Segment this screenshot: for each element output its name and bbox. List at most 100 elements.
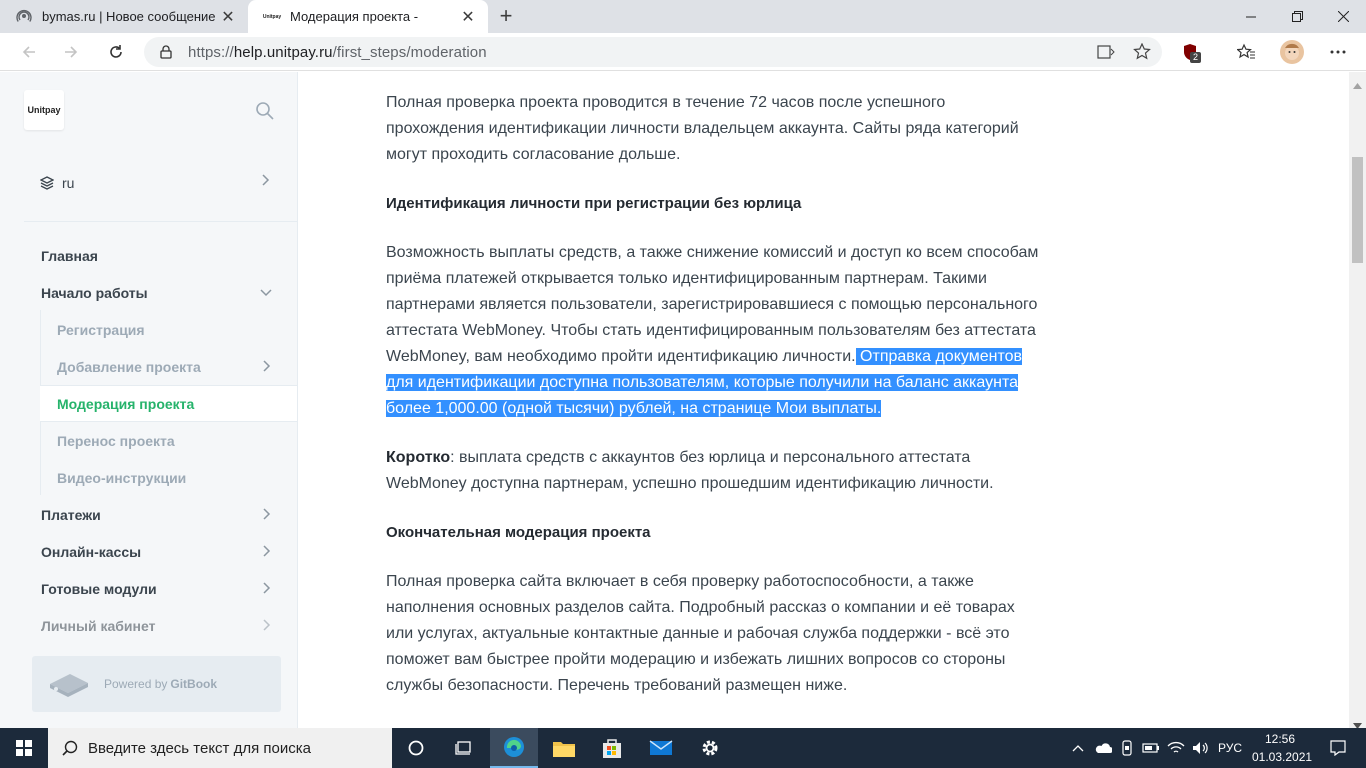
- sidebar-item-label: Перенос проекта: [57, 432, 175, 449]
- url-text[interactable]: https://help.unitpay.ru/first_steps/mode…: [188, 44, 487, 61]
- settings-gear-icon[interactable]: [686, 728, 734, 768]
- sidebar-item-account[interactable]: Личный кабинет: [24, 607, 297, 644]
- paragraph-review-time: Полная проверка проекта проводится в теч…: [386, 94, 1019, 163]
- usb-device-icon[interactable]: [1116, 728, 1138, 768]
- volume-icon[interactable]: [1190, 728, 1212, 768]
- web-page: Unitpay ru Главная Начало работы Регистр…: [0, 72, 1366, 728]
- chevron-right-icon[interactable]: [259, 544, 273, 558]
- clock-date: 01.03.2021: [1252, 750, 1313, 764]
- sidebar-item-home[interactable]: Главная: [24, 237, 297, 274]
- scroll-up-arrow[interactable]: [1353, 76, 1362, 94]
- address-bar[interactable]: https://help.unitpay.ru/first_steps/mode…: [144, 37, 1162, 67]
- mail-icon[interactable]: [637, 728, 685, 768]
- powered-by-label: Powered by: [104, 677, 168, 691]
- forward-icon[interactable]: [56, 37, 86, 67]
- tab-title: Модерация проекта -: [290, 9, 419, 24]
- store-icon[interactable]: [588, 728, 636, 768]
- unitpay-favicon: Unitpay: [262, 13, 282, 20]
- sidebar-subitem-moderation[interactable]: Модерация проекта: [40, 385, 297, 422]
- sidebar-item-payments[interactable]: Платежи: [24, 496, 297, 533]
- tab-title: bymas.ru | Новое сообщение: [42, 9, 216, 24]
- sidebar-item-label: Онлайн-кассы: [41, 543, 142, 560]
- add-favorite-icon[interactable]: [1130, 40, 1154, 64]
- paragraph-identification: Возможность выплаты средств, а также сни…: [386, 240, 1046, 422]
- sidebar-subitem-registration[interactable]: Регистрация: [40, 311, 297, 348]
- reader-mode-icon[interactable]: [1094, 40, 1118, 64]
- notifications-icon[interactable]: [1318, 728, 1358, 768]
- scroll-down-arrow[interactable]: [1353, 716, 1362, 728]
- sidebar-item-label: Начало работы: [41, 284, 148, 301]
- tab-bymas[interactable]: bymas.ru | Новое сообщение ✕: [0, 0, 248, 33]
- new-tab-icon[interactable]: +: [494, 3, 518, 28]
- wifi-icon[interactable]: [1164, 728, 1188, 768]
- close-tab-icon[interactable]: ✕: [220, 9, 236, 26]
- sidebar-item-online-cash[interactable]: Онлайн-кассы: [24, 533, 297, 570]
- cortana-icon[interactable]: [392, 728, 440, 768]
- summary-label: Коротко: [386, 449, 451, 466]
- sidebar-item-getting-started[interactable]: Начало работы: [24, 274, 297, 311]
- edge-app-icon[interactable]: [490, 728, 538, 768]
- onedrive-icon[interactable]: [1092, 728, 1114, 768]
- heading-identification: Идентификация личности при регистрации б…: [386, 195, 802, 212]
- taskbar-search-box[interactable]: Введите здесь текст для поиска: [48, 728, 392, 768]
- scrollbar-thumb[interactable]: [1352, 157, 1363, 263]
- chevron-right-icon[interactable]: [259, 581, 273, 595]
- close-window-icon[interactable]: [1320, 0, 1366, 33]
- powered-by-gitbook[interactable]: Powered by GitBook: [32, 656, 281, 712]
- sidebar-divider: [24, 221, 297, 222]
- task-view-icon[interactable]: [440, 728, 488, 768]
- language-selector[interactable]: ru: [24, 162, 296, 204]
- chevron-down-icon[interactable]: [259, 285, 273, 299]
- search-icon: [62, 740, 88, 756]
- tab-moderation[interactable]: Unitpay Модерация проекта - ✕: [248, 0, 488, 33]
- ublock-extension-icon[interactable]: 2: [1178, 40, 1202, 64]
- article-content: Полная проверка проекта проводится в теч…: [386, 90, 1046, 699]
- paragraph-text: Возможность выплаты средств, а также сни…: [386, 244, 1039, 365]
- paragraph-final-moderation: Полная проверка сайта включает в себя пр…: [386, 573, 1015, 694]
- podcast-icon: [16, 9, 32, 25]
- clock-time: 12:56: [1264, 732, 1296, 746]
- paragraph-summary: Коротко: выплата средств с аккаунтов без…: [386, 445, 1046, 497]
- back-icon[interactable]: [14, 37, 44, 67]
- reload-icon[interactable]: [101, 37, 131, 67]
- sidebar-item-label: Регистрация: [57, 321, 145, 338]
- system-clock[interactable]: 12:56 01.03.2021: [1252, 730, 1313, 766]
- battery-icon[interactable]: [1140, 728, 1162, 768]
- sidebar-subitem-video[interactable]: Видео-инструкции: [40, 459, 297, 496]
- tray-chevron-up-icon[interactable]: [1068, 728, 1088, 768]
- input-language-indicator[interactable]: РУС: [1214, 728, 1246, 768]
- tab-strip: bymas.ru | Новое сообщение ✕ Unitpay Мод…: [0, 0, 1366, 33]
- vertical-scrollbar[interactable]: [1349, 72, 1366, 728]
- search-icon[interactable]: [254, 100, 276, 122]
- file-explorer-icon[interactable]: [540, 728, 588, 768]
- restore-icon[interactable]: [1274, 0, 1320, 33]
- chevron-right-icon[interactable]: [259, 359, 273, 373]
- sidebar-item-label: Главная: [41, 247, 98, 264]
- sidebar-item-label: Готовые модули: [41, 580, 157, 597]
- chevron-right-icon[interactable]: [259, 507, 273, 521]
- chevron-right-icon: [258, 173, 272, 187]
- unitpay-logo[interactable]: Unitpay: [24, 90, 64, 130]
- lock-icon[interactable]: [158, 44, 174, 60]
- profile-avatar[interactable]: [1280, 40, 1304, 64]
- windows-start-icon[interactable]: [0, 728, 48, 768]
- sidebar-item-label: Видео-инструкции: [57, 469, 187, 486]
- chevron-right-icon[interactable]: [259, 618, 273, 632]
- language-label: ru: [62, 175, 75, 191]
- minimize-icon[interactable]: [1228, 0, 1274, 33]
- heading-final-moderation: Окончательная модерация проекта: [386, 524, 651, 541]
- extension-badge: 2: [1190, 52, 1202, 63]
- windows-taskbar: Введите здесь текст для поиска РУС 12:56…: [0, 728, 1366, 768]
- taskbar-search-placeholder: Введите здесь текст для поиска: [88, 739, 311, 757]
- close-tab-icon[interactable]: ✕: [460, 9, 476, 26]
- sidebar-subitem-add-project[interactable]: Добавление проекта: [40, 348, 297, 385]
- sidebar-item-label: Платежи: [41, 506, 101, 523]
- favorites-icon[interactable]: [1234, 40, 1258, 64]
- sidebar-subitem-transfer[interactable]: Перенос проекта: [40, 422, 297, 459]
- sidebar-item-modules[interactable]: Готовые модули: [24, 570, 297, 607]
- sidebar-item-label: Личный кабинет: [41, 617, 156, 634]
- gitbook-brand: GitBook: [170, 677, 218, 691]
- layers-icon: [40, 176, 62, 190]
- more-options-icon[interactable]: [1326, 40, 1350, 64]
- gitbook-icon: [48, 670, 104, 698]
